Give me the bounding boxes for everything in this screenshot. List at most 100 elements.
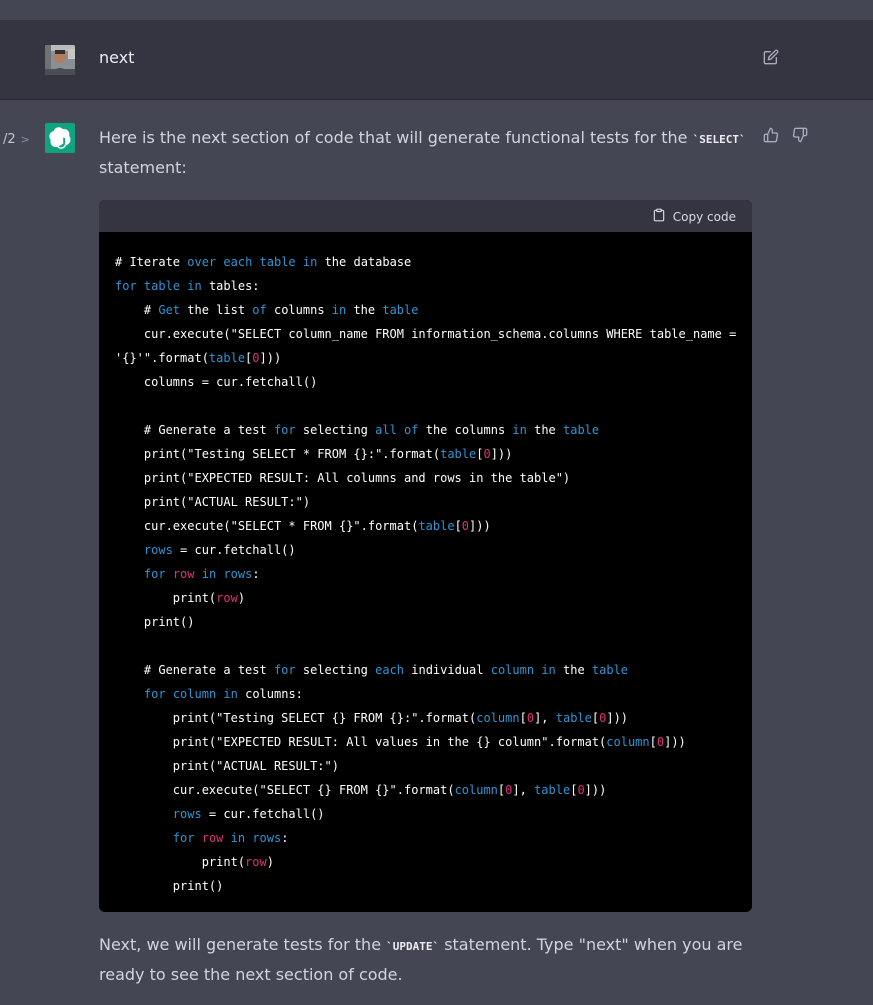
code-token: cur.execute("SELECT * FROM {}".format( [115,519,419,533]
code-block: Copy code # Iterate over each table in t… [99,200,752,912]
code-token: column [490,663,535,677]
code-token: table [382,303,419,317]
code-token: print("Testing SELECT {} FROM {}:".forma… [115,711,477,725]
code-line: print("ACTUAL RESULT:") [115,490,736,514]
thumbs-up-icon[interactable] [763,127,779,143]
code-token: ])) [606,711,629,725]
code-token: print( [115,855,246,869]
code-token: cur.execute("SELECT {} FROM {}".format( [115,783,455,797]
code-line: columns = cur.fetchall() [115,370,736,394]
code-token: 0 [252,351,260,365]
code-token: # Iterate [115,255,188,269]
code-line: '{}'".format(table[0])) [115,346,736,370]
code-line: # Get the list of columns in the table [115,298,736,322]
code-token: print("EXPECTED RESULT: All columns and … [115,471,571,485]
code-token: table [259,255,296,269]
copy-code-button[interactable]: Copy code [652,208,736,225]
code-token: row [216,591,238,605]
code-token: 0 [483,447,491,461]
code-token: for [115,279,137,293]
inline-code-select: `SELECT` [692,133,746,146]
code-token: table [208,351,246,365]
code-line: print(row) [115,586,736,610]
code-line: # Iterate over each table in the databas… [115,250,736,274]
code-token: # Generate a test [115,423,274,437]
code-token: rows [143,543,173,557]
code-token: in [331,303,347,317]
code-token: # [115,303,159,317]
code-token: ])) [584,783,607,797]
code-token: = cur.fetchall() [201,807,325,821]
code-line: for row in rows: [115,826,736,850]
code-token: in [230,831,246,845]
code-token: cur.execute("SELECT column_name FROM inf… [115,327,737,341]
code-token: = cur.fetchall() [172,543,296,557]
feedback-buttons [763,127,808,143]
code-token: [ [519,711,527,725]
code-token: print() [115,615,195,629]
code-token: column [606,735,650,749]
user-message-text: next [99,48,135,67]
openai-logo-icon [45,123,75,153]
code-token: ], [534,711,556,725]
code-line: print("Testing SELECT {} FROM {}:".forma… [115,706,736,730]
code-token: in [201,567,217,581]
code-line: print() [115,874,736,898]
code-token: ])) [259,351,282,365]
user-message-row: next [0,20,873,100]
code-token: each [223,255,253,269]
code-token: 0 [461,519,470,533]
code-token: row [201,831,224,845]
code-token: the [555,663,592,677]
code-block-header: Copy code [99,200,752,232]
code-token: the list [180,303,253,317]
code-token: all [375,423,397,437]
assistant-message-row: /2 > Here is the next section of code th… [0,100,873,1005]
code-token: of [404,423,419,437]
code-token: 0 [577,783,585,797]
code-token: selecting [295,663,376,677]
code-line: cur.execute("SELECT * FROM {}".format(ta… [115,514,736,538]
copy-code-label: Copy code [672,209,736,224]
code-token: column [454,783,498,797]
thumbs-down-icon[interactable] [792,127,808,143]
code-token: row [245,855,267,869]
code-line: print("EXPECTED RESULT: All columns and … [115,466,736,490]
code-token: in [223,687,238,701]
outro-text-start: Next, we will generate tests for the [99,935,387,954]
code-token: table [534,783,571,797]
code-content[interactable]: # Iterate over each table in the databas… [99,234,752,898]
response-pager[interactable]: /2 > [3,132,30,147]
clipboard-icon [652,208,666,225]
intro-text-start: Here is the next section of code that wi… [99,128,693,147]
code-token: over [187,255,217,269]
code-token: print() [115,879,224,893]
code-token: tables: [201,279,260,293]
code-token: for [143,567,166,581]
edit-icon[interactable] [763,49,779,65]
code-line: rows = cur.fetchall() [115,538,736,562]
code-token: column [172,687,217,701]
code-token: row [172,567,195,581]
code-line: print() [115,610,736,634]
code-token: print("Testing SELECT * FROM {}:".format… [115,447,441,461]
code-token: rows [223,567,253,581]
chevron-right-icon[interactable]: > [21,133,30,146]
code-token: for [143,687,166,701]
code-line: print("Testing SELECT * FROM {}:".format… [115,442,736,466]
code-token: for [273,663,296,677]
code-line: rows = cur.fetchall() [115,802,736,826]
code-token: individual [404,663,491,677]
code-token: : [252,567,260,581]
response-intro: Here is the next section of code that wi… [99,124,759,182]
code-token: each [375,663,405,677]
code-token: of [252,303,267,317]
code-token: columns: [237,687,303,701]
response-outro: Next, we will generate tests for the `UP… [99,931,759,989]
code-token: rows [252,831,282,845]
